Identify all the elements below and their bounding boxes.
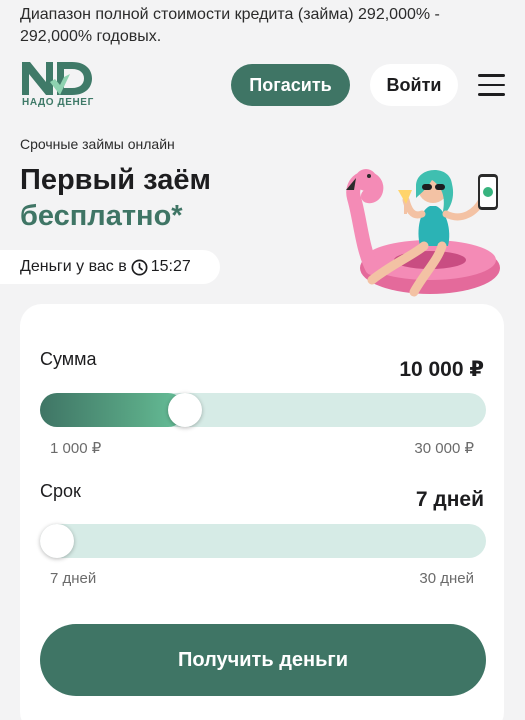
clock-icon xyxy=(131,259,148,275)
get-money-button[interactable]: Получить деньги xyxy=(40,624,486,696)
logo-text: НАДО ДЕНЕГ xyxy=(22,97,94,108)
hero-title: Первый заём бесплатно* xyxy=(20,162,211,234)
hamburger-line xyxy=(478,74,505,77)
hero-title-line2: бесплатно* xyxy=(20,200,183,232)
hero-illustration xyxy=(346,169,500,297)
term-slider[interactable] xyxy=(40,524,486,558)
hero-subtitle: Срочные займы онлайн xyxy=(20,136,175,152)
money-time: 15:27 xyxy=(150,258,191,275)
amount-slider-fill xyxy=(40,393,185,427)
login-button[interactable]: Войти xyxy=(370,64,458,106)
money-time-badge: Деньги у вас в 15:27 xyxy=(0,250,220,284)
logo[interactable]: НАДО ДЕНЕГ xyxy=(20,60,100,112)
repay-button[interactable]: Погасить xyxy=(231,64,350,106)
term-label: Срок xyxy=(40,481,81,501)
term-min: 7 дней xyxy=(50,570,97,587)
hamburger-icon[interactable] xyxy=(478,74,505,96)
amount-slider[interactable] xyxy=(40,393,486,427)
nd-logo-mark xyxy=(22,62,92,95)
term-max: 30 дней xyxy=(419,570,474,587)
hamburger-line xyxy=(478,93,505,96)
apr-disclaimer: Диапазон полной стоимости кредита (займа… xyxy=(20,6,440,45)
money-prefix: Деньги у вас в xyxy=(20,258,127,275)
hamburger-line xyxy=(478,83,505,86)
term-value: 7 дней xyxy=(415,488,484,511)
amount-max: 30 000 ₽ xyxy=(414,440,474,457)
term-slider-thumb[interactable] xyxy=(40,524,74,558)
amount-value: 10 000 ₽ xyxy=(399,358,484,381)
amount-label: Сумма xyxy=(40,349,97,369)
amount-min: 1 000 ₽ xyxy=(50,440,102,457)
amount-slider-thumb[interactable] xyxy=(167,393,202,427)
hero-title-line1: Первый заём xyxy=(20,164,211,196)
loan-calculator: Сумма 10 000 ₽ 1 000 ₽ 30 000 ₽ Срок 7 д… xyxy=(20,304,504,720)
